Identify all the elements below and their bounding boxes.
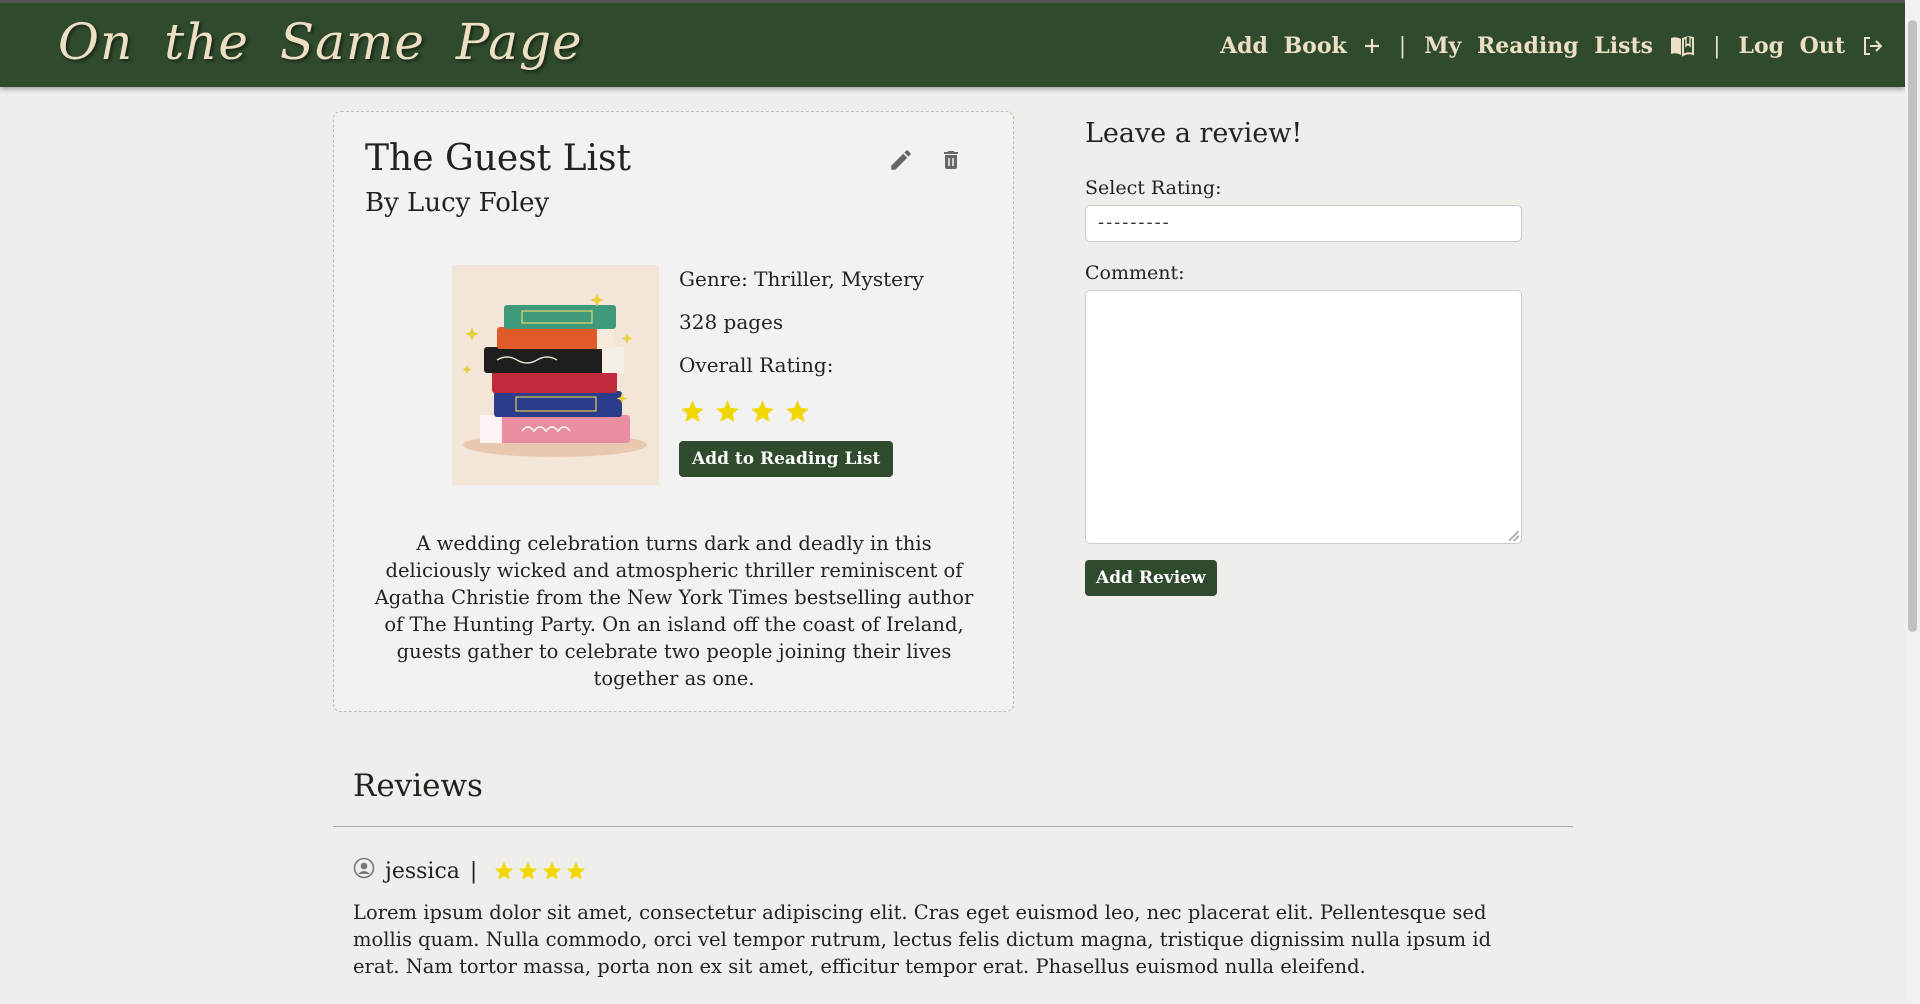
- comment-textarea[interactable]: [1085, 290, 1522, 544]
- nav-separator: |: [1398, 33, 1407, 59]
- overall-rating-stars: [679, 398, 924, 425]
- user-circle-icon: [353, 857, 375, 885]
- star-icon: [681, 400, 704, 422]
- logout-label: Log Out: [1738, 33, 1845, 59]
- book-open-icon: [1669, 35, 1695, 57]
- star-icon: [519, 861, 538, 880]
- review-form-title: Leave a review!: [1085, 118, 1303, 149]
- rating-select[interactable]: ---------: [1085, 205, 1522, 242]
- pencil-icon[interactable]: [887, 146, 915, 174]
- book-genre: Genre: Thriller, Mystery: [679, 267, 924, 291]
- review-username: jessica: [385, 858, 460, 884]
- book-cover-image: [452, 265, 659, 485]
- book-pages: 328 pages: [679, 310, 784, 334]
- logout-link[interactable]: Log Out: [1738, 33, 1883, 59]
- scrollbar-thumb[interactable]: [1908, 20, 1917, 632]
- comment-label: Comment:: [1085, 262, 1185, 284]
- star-icon: [495, 861, 514, 880]
- brand-logo[interactable]: On the Same Page: [58, 13, 583, 71]
- rating-label: Select Rating:: [1085, 177, 1222, 199]
- review-header: jessica |: [353, 857, 587, 885]
- book-description: A wedding celebration turns dark and dea…: [374, 532, 974, 690]
- book-details-card: The Guest List By Lucy Foley Genre: Thri…: [333, 111, 1014, 712]
- star-icon: [786, 400, 809, 422]
- my-reading-lists-label: My Reading Lists: [1424, 33, 1654, 59]
- resize-handle[interactable]: [1509, 531, 1519, 541]
- book-title: The Guest List: [365, 138, 631, 179]
- nav-links: Add Book | My Reading Lists | Log Out: [1220, 31, 1883, 61]
- review-rating-stars: [493, 860, 587, 882]
- trash-icon[interactable]: [937, 146, 965, 174]
- star-icon: [716, 400, 739, 422]
- review-separator: |: [469, 858, 478, 884]
- book-meta: Genre: Thriller, Mystery 328 pages Overa…: [679, 265, 924, 477]
- nav-separator: |: [1713, 33, 1721, 59]
- my-reading-lists-link[interactable]: My Reading Lists: [1424, 33, 1695, 59]
- reviews-heading: Reviews: [353, 768, 483, 804]
- star-icon: [543, 861, 562, 880]
- add-book-label: Add Book: [1220, 33, 1347, 59]
- page-scrollbar[interactable]: [1905, 0, 1920, 1004]
- plus-icon: [1363, 37, 1381, 55]
- add-book-link[interactable]: Add Book: [1220, 33, 1381, 59]
- review-form: Leave a review! Select Rating: ---------…: [1085, 118, 1522, 596]
- book-author: By Lucy Foley: [365, 188, 550, 218]
- top-navbar: On the Same Page Add Book | My Reading L…: [0, 0, 1905, 87]
- book-actions: [887, 146, 965, 174]
- review-text: Lorem ipsum dolor sit amet, consectetur …: [353, 901, 1492, 978]
- add-to-reading-list-button[interactable]: Add to Reading List: [679, 441, 894, 477]
- reviews-divider: [333, 826, 1573, 827]
- overall-rating-label: Overall Rating:: [679, 353, 834, 377]
- star-icon: [751, 400, 774, 422]
- logout-icon: [1861, 35, 1883, 57]
- star-icon: [567, 861, 586, 880]
- add-review-button[interactable]: Add Review: [1085, 560, 1217, 596]
